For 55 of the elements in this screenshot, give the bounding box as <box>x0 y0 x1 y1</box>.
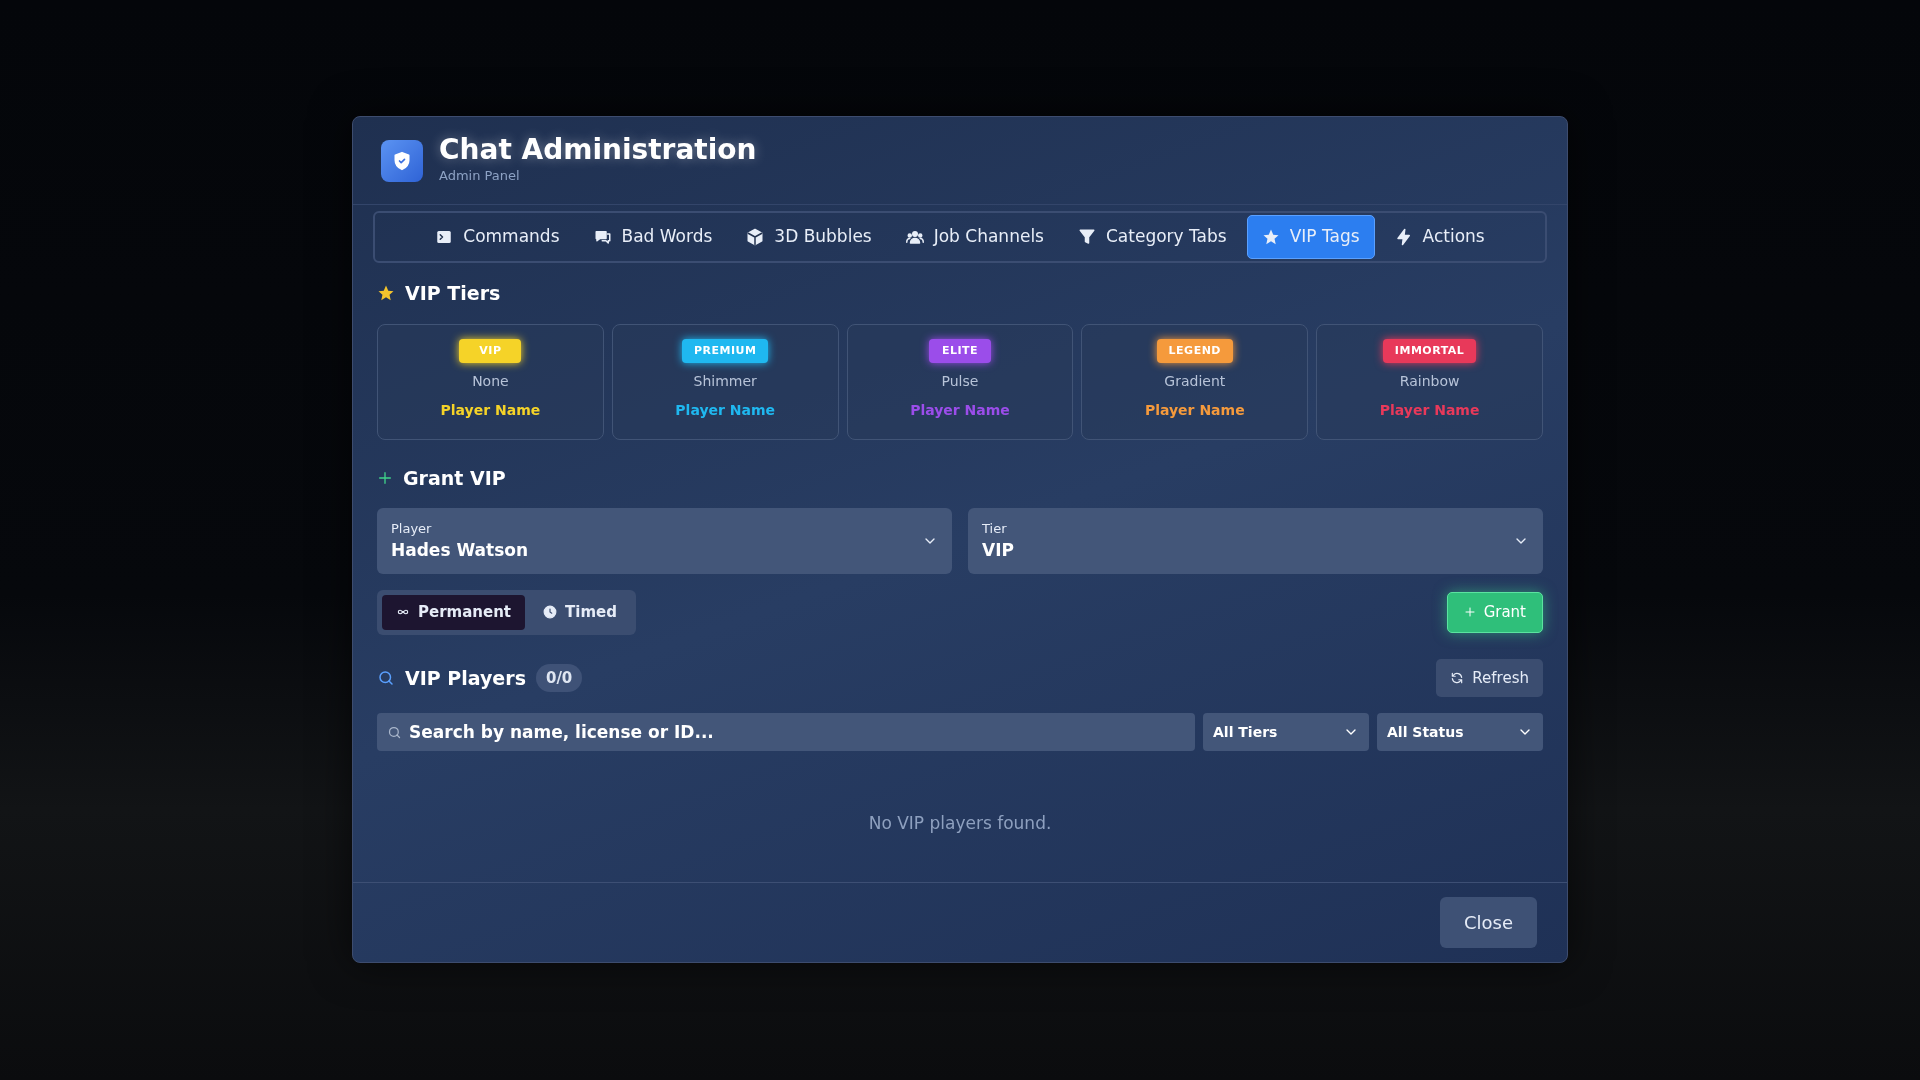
refresh-button[interactable]: Refresh <box>1436 658 1543 697</box>
tab[interactable]: Actions <box>1380 216 1499 258</box>
clock-icon <box>543 605 558 620</box>
tab[interactable]: Bad Words <box>579 216 727 258</box>
field-label: Player <box>391 519 433 538</box>
tier-effect: Pulse <box>941 372 979 391</box>
field-value: Hades Watson <box>391 539 529 562</box>
shield-logo-icon <box>381 139 423 182</box>
tier-badge: LEGEND <box>1156 338 1233 363</box>
player-name-sample: Player Name <box>440 401 541 420</box>
plus-icon <box>377 469 393 486</box>
star-icon <box>377 284 395 303</box>
star-icon <box>1261 228 1280 246</box>
people-icon <box>905 228 924 246</box>
tab[interactable]: Job Channels <box>891 216 1058 258</box>
player-name-sample: Player Name <box>1144 401 1245 420</box>
player-name-sample: Player Name <box>910 401 1010 420</box>
filter-icon <box>1077 228 1096 246</box>
filter-dropdown[interactable]: All Status <box>1377 713 1543 751</box>
section-title: Grant VIP <box>403 465 506 491</box>
tier-badge: VIP <box>459 338 522 363</box>
player-count-badge: 0/0 <box>535 663 583 692</box>
chat-bubbles-icon <box>593 228 612 246</box>
select-field[interactable]: Tier VIP <box>968 508 1543 574</box>
field-label: Tier <box>982 519 1008 538</box>
tier-effect: Rainbow <box>1399 372 1460 391</box>
mode-option[interactable]: Permanent <box>382 595 526 630</box>
tier-badge: PREMIUM <box>681 338 769 363</box>
plus-icon <box>1463 606 1476 619</box>
tab[interactable]: Commands <box>421 216 574 258</box>
refresh-icon <box>1450 670 1465 685</box>
search-icon <box>377 668 395 687</box>
player-name-sample: Player Name <box>1379 401 1480 420</box>
tier-effect: None <box>472 372 509 391</box>
tier-effect: Gradient <box>1164 372 1226 391</box>
tier-badge: IMMORTAL <box>1382 338 1477 363</box>
dialog-title: Chat Administration <box>439 135 757 167</box>
tab[interactable]: Category Tabs <box>1063 216 1241 258</box>
search-field[interactable]: Search by name, license or ID... <box>377 713 1195 751</box>
empty-state-message: No VIP players found. <box>868 813 1052 833</box>
terminal-icon <box>435 228 454 246</box>
cube-icon <box>746 228 765 246</box>
mode-option[interactable]: Timed <box>529 595 631 630</box>
dialog-subtitle: Admin Panel <box>439 167 521 186</box>
tab[interactable]: 3D Bubbles <box>732 216 886 258</box>
section-title: VIP Players <box>405 665 526 691</box>
lightning-icon <box>1394 228 1413 246</box>
section-title: VIP Tiers <box>405 281 501 306</box>
player-name-sample: Player Name <box>675 401 776 420</box>
close-button[interactable]: Close <box>1439 897 1537 948</box>
field-value: VIP <box>982 539 1014 562</box>
select-field[interactable]: Player Hades Watson <box>377 508 952 574</box>
tier-badge: ELITE <box>929 338 991 363</box>
tier-effect: Shimmer <box>693 372 757 391</box>
filter-dropdown[interactable]: All Tiers <box>1203 713 1369 751</box>
